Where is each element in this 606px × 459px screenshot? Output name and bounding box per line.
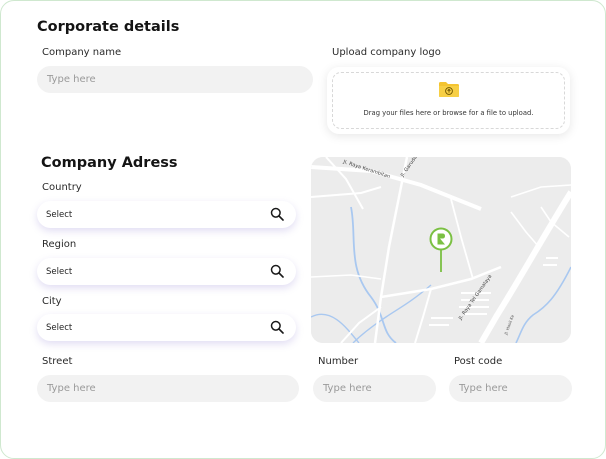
country-select[interactable]: Select (37, 201, 296, 228)
city-select-value: Select (46, 322, 73, 333)
street-input[interactable]: Type here (37, 375, 299, 402)
company-name-placeholder: Type here (47, 74, 96, 85)
city-select[interactable]: Select (37, 314, 296, 341)
region-label: Region (42, 239, 77, 250)
company-name-label: Company name (42, 47, 122, 58)
map-canvas[interactable]: Jl. Raya Kerambitan Jl. Garuda Jl. Raya … (311, 157, 571, 343)
street-label: Street (42, 356, 73, 367)
folder-upload-icon (439, 82, 459, 97)
location-map[interactable]: Jl. Raya Kerambitan Jl. Garuda Jl. Raya … (311, 157, 571, 343)
country-label: Country (42, 182, 82, 193)
corporate-details-title: Corporate details (37, 19, 180, 35)
postcode-input[interactable]: Type here (449, 375, 572, 402)
search-icon[interactable] (270, 207, 284, 221)
postcode-label: Post code (454, 356, 503, 367)
company-name-input[interactable]: Type here (37, 66, 313, 93)
upload-dropzone[interactable]: Drag your files here or browse for a fil… (327, 67, 570, 134)
region-select[interactable]: Select (37, 258, 296, 285)
upload-logo-label: Upload company logo (332, 47, 441, 58)
number-placeholder: Type here (323, 383, 372, 394)
city-label: City (42, 296, 62, 307)
street-placeholder: Type here (47, 383, 96, 394)
upload-hint: Drag your files here or browse for a fil… (363, 109, 534, 117)
number-input[interactable]: Type here (313, 375, 436, 402)
postcode-placeholder: Type here (459, 383, 508, 394)
search-icon[interactable] (270, 264, 284, 278)
country-select-value: Select (46, 209, 73, 220)
number-label: Number (318, 356, 359, 367)
company-address-title: Company Adress (41, 155, 178, 171)
search-icon[interactable] (270, 320, 284, 334)
corporate-details-card: Corporate details Company name Type here… (0, 0, 606, 459)
region-select-value: Select (46, 266, 73, 277)
